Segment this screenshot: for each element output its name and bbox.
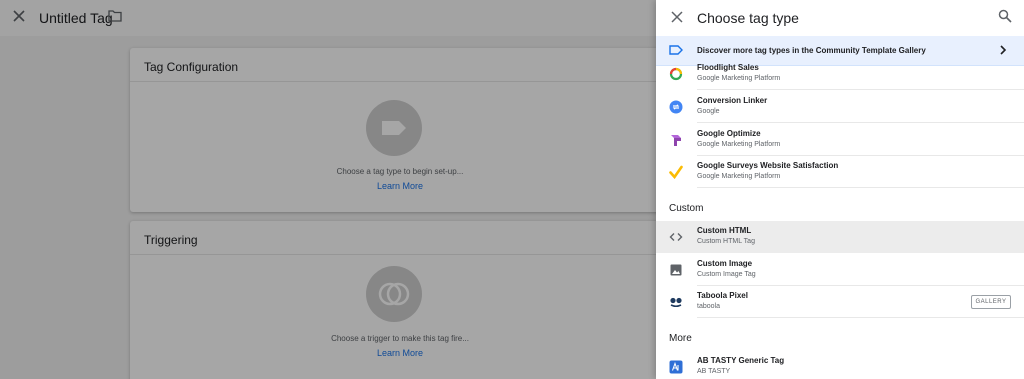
tag-type-name: Google Surveys Website Satisfaction [697,161,839,170]
more-section-heading: More [669,333,692,344]
tag-type-vendor: Google [697,108,720,115]
choose-tag-type-panel: Choose tag type Discover more tag types … [656,0,1024,379]
tag-type-item[interactable]: Custom HTML Custom HTML Tag [656,221,1024,253]
google-surveys-icon [669,165,683,179]
google-optimize-icon [671,135,681,146]
chevron-right-icon [1000,45,1007,55]
tag-type-name: Custom Image [697,259,753,268]
tag-type-vendor: Google Marketing Platform [697,173,781,180]
taboola-icon [670,297,682,308]
gallery-badge[interactable]: GALLERY [971,295,1011,309]
tag-type-name: AB TASTY Generic Tag [697,356,785,365]
tag-type-vendor: taboola [697,303,720,310]
divider [697,89,1024,90]
tag-type-item[interactable]: Taboola Pixel taboola GALLERY [656,286,1024,318]
floodlight-icon [669,67,683,81]
tag-outline-icon [669,45,683,55]
search-icon[interactable] [998,9,1012,23]
code-icon [669,233,683,241]
divider [697,122,1024,123]
tag-type-item[interactable]: AB TASTY Generic Tag AB TASTY [656,351,1024,379]
tag-type-vendor: Custom HTML Tag [697,238,755,245]
tag-type-item[interactable]: Floodlight Sales Google Marketing Platfo… [656,58,1024,90]
tag-type-name: Google Optimize [697,129,761,138]
custom-section-heading: Custom [669,203,704,214]
tag-type-vendor: Custom Image Tag [697,271,756,278]
tag-type-item[interactable]: Custom Image Custom Image Tag [656,254,1024,286]
ab-tasty-icon [669,360,683,374]
tag-type-vendor: AB TASTY [697,368,731,375]
tag-type-name: Floodlight Sales [697,63,759,72]
panel-header: Choose tag type [656,0,1024,36]
divider [697,317,1024,318]
tag-type-name: Custom HTML [697,226,752,235]
tag-type-name: Taboola Pixel [697,291,748,300]
tag-type-item[interactable]: Conversion Linker Google [656,91,1024,123]
tag-type-name: Conversion Linker [697,96,768,105]
tag-type-vendor: Google Marketing Platform [697,75,781,82]
tag-type-vendor: Google Marketing Platform [697,141,781,148]
image-icon [670,264,682,276]
tag-type-item[interactable]: Google Optimize Google Marketing Platfor… [656,124,1024,156]
conversion-linker-icon [669,100,683,114]
tag-type-item[interactable]: Google Surveys Website Satisfaction Goog… [656,156,1024,188]
banner-text: Discover more tag types in the Community… [697,46,926,55]
panel-title: Choose tag type [697,10,799,26]
divider [697,187,1024,188]
close-icon[interactable] [670,10,684,24]
